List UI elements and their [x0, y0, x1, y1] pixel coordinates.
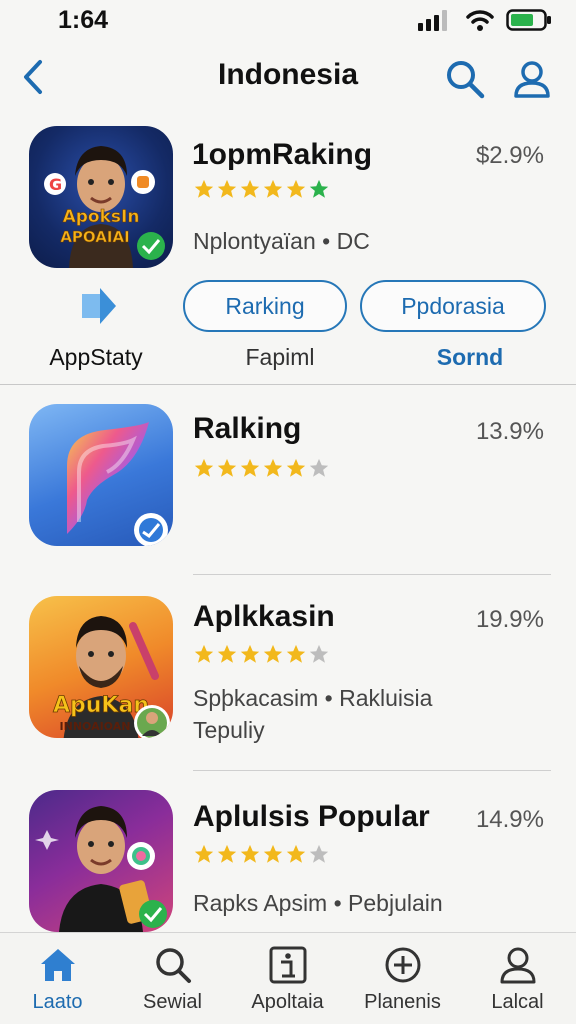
rating-stars [193, 643, 330, 665]
cartoon-man-icon: ApuKan INNOAIOAN [53, 616, 170, 738]
star-icon [240, 844, 260, 863]
star-icon [194, 644, 214, 663]
app-icon[interactable] [29, 790, 173, 932]
info-icon [269, 946, 306, 984]
tab-label: Lalcal [491, 991, 544, 1013]
search-icon [447, 61, 485, 99]
star-icon [217, 844, 237, 863]
cartoon-man-icon: G ApoksIn APOAIAI [44, 146, 165, 268]
status-icons [418, 9, 552, 31]
cartoon-man-icon [35, 806, 167, 932]
featured-rating-stars [193, 178, 330, 200]
search-icon [155, 948, 191, 983]
star-icon [286, 458, 306, 477]
svg-text:INNOAIOAN: INNOAIOAN [60, 720, 131, 733]
battery-icon [506, 9, 551, 31]
star-icon [263, 844, 283, 863]
star-icon [217, 179, 237, 198]
star-icon [194, 844, 214, 863]
sornd-link[interactable]: Sornd [420, 344, 520, 371]
featured-app-title: 1opmRaking [192, 138, 373, 171]
star-icon [194, 179, 214, 198]
rarking-button[interactable]: Rarking [183, 280, 347, 332]
appstaty-label: AppStaty [49, 344, 143, 370]
status-bar: 1:64 [0, 0, 576, 44]
appstaty-button[interactable]: AppStaty [44, 280, 148, 380]
star-icon [240, 458, 260, 477]
star-icon [286, 644, 306, 663]
featured-app-percent: $2.9% [475, 142, 544, 169]
star-icon [263, 644, 283, 663]
star-icon [217, 458, 237, 477]
tab-sewial[interactable]: Sewial [115, 933, 230, 1024]
tab-bar: Laato Sewial Apoltaia Planenis Lalcal [0, 932, 576, 1024]
svg-text:ApuKan: ApuKan [53, 693, 149, 718]
home-icon [40, 949, 75, 981]
app-percent: 14.9% [475, 806, 544, 833]
tab-label: Laato [32, 991, 83, 1013]
wifi-icon [466, 10, 494, 31]
featured-app-icon[interactable]: G ApoksIn APOAIAI [29, 126, 173, 268]
nav-bar: Indonesia [0, 48, 576, 108]
svg-text:G: G [49, 175, 62, 194]
app-title: Ralking [193, 412, 302, 445]
status-time: 1:64 [58, 6, 109, 34]
search-button[interactable] [444, 58, 486, 100]
app-title: Aplkkasin [193, 600, 335, 633]
tab-laato[interactable]: Laato [0, 933, 115, 1024]
svg-text:ApoksIn: ApoksIn [63, 207, 140, 227]
signal-icon [418, 10, 447, 31]
featured-actions: AppStaty Rarking Ppdorasia Fapiml Sornd [0, 280, 576, 380]
star-icon [263, 458, 283, 477]
star-icon [240, 644, 260, 663]
row-divider [193, 770, 551, 771]
star-icon [309, 179, 329, 198]
tab-apoltaia[interactable]: Apoltaia [230, 933, 345, 1024]
rating-stars [193, 843, 330, 865]
star-icon [240, 179, 260, 198]
fapiml-link[interactable]: Fapiml [220, 344, 340, 371]
star-icon [309, 644, 329, 663]
app-subtitle-line2: Tepuliy [193, 717, 265, 743]
page-title: Indonesia [217, 58, 359, 91]
app-subtitle: Spþkacasim • Rakluisia [193, 685, 433, 711]
star-icon [309, 458, 329, 477]
profile-button[interactable] [512, 58, 552, 100]
featured-app-subtitle: Nplontyaïan • DC [193, 228, 370, 254]
row-divider [193, 574, 551, 575]
section-divider [0, 384, 576, 385]
app-subtitle: Rapks Apsim • Pebjulain [193, 890, 443, 916]
star-icon [263, 179, 283, 198]
app-percent: 19.9% [475, 606, 544, 633]
app-icon[interactable] [29, 404, 173, 546]
person-icon [514, 61, 550, 98]
tab-lalcal[interactable]: Lalcal [460, 933, 575, 1024]
ppdorasia-button[interactable]: Ppdorasia [360, 280, 546, 332]
tab-planenis[interactable]: Planenis [345, 933, 460, 1024]
tab-label: Sewial [143, 991, 202, 1013]
person-icon [500, 947, 535, 984]
plus-circle-icon [385, 947, 420, 983]
app-title: Aplulsis Popular [193, 800, 430, 833]
star-icon [286, 179, 306, 198]
svg-text:APOAIAI: APOAIAI [60, 228, 129, 246]
app-percent: 13.9% [475, 418, 544, 445]
star-icon [286, 844, 306, 863]
star-icon [309, 844, 329, 863]
swirl-logo-icon [67, 422, 168, 546]
tab-label: Apoltaia [251, 991, 324, 1013]
app-icon[interactable]: ApuKan INNOAIOAN [29, 596, 173, 738]
star-icon [217, 644, 237, 663]
tab-label: Planenis [364, 991, 441, 1013]
rating-stars [193, 457, 330, 479]
share-arrow-icon [82, 288, 116, 324]
star-icon [194, 458, 214, 477]
